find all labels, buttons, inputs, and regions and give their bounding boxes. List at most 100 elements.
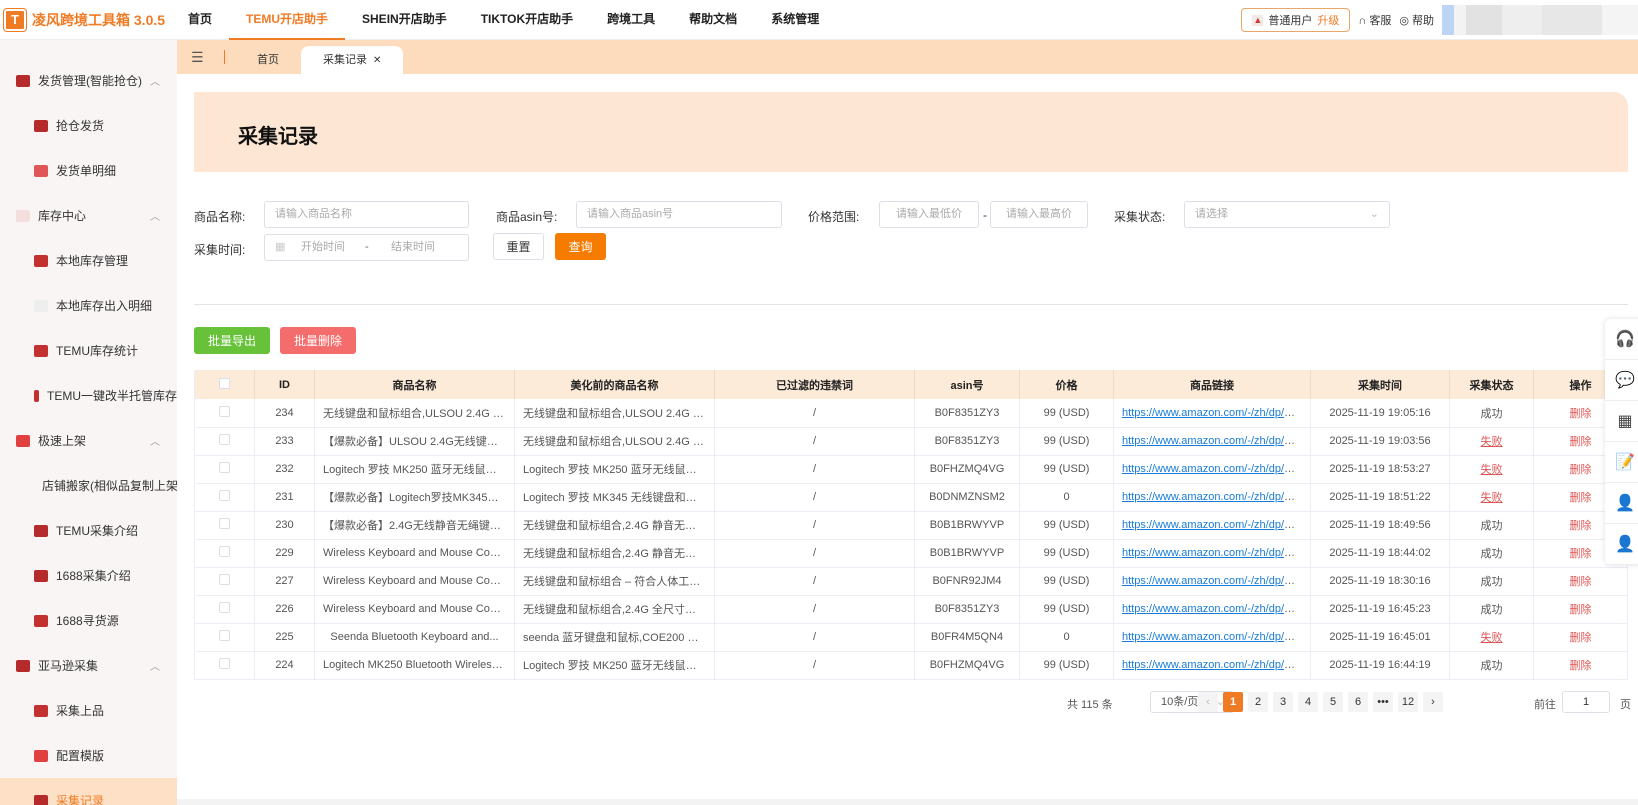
name-input[interactable]: 请输入商品名称 (264, 201, 469, 228)
status-select[interactable]: 请选择 ⌄ (1184, 201, 1390, 228)
wechat-icon[interactable]: 💬 (1605, 360, 1638, 401)
status-text[interactable]: 失败 (1481, 632, 1503, 644)
checkbox[interactable] (219, 546, 230, 557)
checkbox[interactable] (219, 630, 230, 641)
topnav-item[interactable]: 首页 (180, 0, 229, 40)
page-button[interactable]: 1 (1223, 692, 1243, 712)
topnav-item[interactable]: 帮助文档 (672, 0, 754, 40)
sidebar-item[interactable]: 本地库存管理 (0, 238, 177, 283)
delete-link[interactable]: 删除 (1570, 408, 1592, 420)
row-checkbox[interactable] (194, 399, 255, 428)
product-link[interactable]: https://www.amazon.com/-/zh/dp/B0D... (1122, 491, 1310, 503)
status-text[interactable]: 失败 (1481, 492, 1503, 504)
row-checkbox[interactable] (194, 623, 255, 652)
product-link[interactable]: https://www.amazon.com/-/zh/dp/B0D... (1122, 575, 1310, 587)
delete-link[interactable]: 删除 (1570, 492, 1592, 504)
status-text[interactable]: 失败 (1481, 436, 1503, 448)
sidebar-item[interactable]: 1688采集介绍 (0, 553, 177, 598)
topnav-item[interactable]: TIKTOK开店助手 (464, 0, 590, 40)
checkbox[interactable] (219, 518, 230, 529)
horizontal-scrollbar[interactable] (177, 799, 1638, 805)
chevron-up-icon[interactable]: ︿ (150, 208, 160, 223)
row-checkbox[interactable] (194, 427, 255, 456)
asin-input[interactable]: 请输入商品asin号 (576, 201, 782, 228)
user-avatar-blurred[interactable] (1442, 5, 1638, 35)
delete-link[interactable]: 删除 (1570, 576, 1592, 588)
sidebar-item[interactable]: 发货单明细 (0, 148, 177, 193)
headset-icon[interactable]: 🎧 (1605, 319, 1638, 360)
product-link[interactable]: https://www.amazon.com/-/zh/dp/B0F... (1122, 659, 1310, 671)
page-button[interactable]: 6 (1348, 692, 1368, 712)
checkbox[interactable] (219, 434, 230, 445)
page-button[interactable]: 3 (1273, 692, 1293, 712)
sidebar-item[interactable]: 1688寻货源 (0, 598, 177, 643)
user-settings-icon[interactable]: 👤 (1605, 483, 1638, 524)
tab-home[interactable]: 首页 (235, 46, 301, 74)
delete-link[interactable]: 删除 (1570, 632, 1592, 644)
checkbox[interactable] (219, 405, 230, 417)
app-logo[interactable]: T 凌风跨境工具箱 3.0.5 (4, 8, 180, 31)
page-button[interactable]: 2 (1248, 692, 1268, 712)
user-check-icon[interactable]: 👤 (1605, 524, 1638, 565)
chevron-up-icon[interactable]: ︿ (150, 73, 160, 88)
product-link[interactable]: https://www.amazon.com/-/zh/dp/B0D... (1122, 435, 1310, 447)
sidebar-item[interactable]: 极速上架 ︿ (0, 418, 177, 463)
delete-link[interactable]: 删除 (1570, 604, 1592, 616)
row-checkbox[interactable] (194, 567, 255, 596)
checkbox[interactable] (219, 574, 230, 585)
prev-page-button[interactable]: ‹ (1198, 692, 1218, 712)
checkbox[interactable] (219, 602, 230, 613)
row-checkbox[interactable] (194, 651, 255, 680)
page-button[interactable]: 4 (1298, 692, 1318, 712)
sidebar-item[interactable]: TEMU库存统计 (0, 328, 177, 373)
product-link[interactable]: https://www.amazon.com/-/zh/dp/B0D... (1122, 603, 1310, 615)
document-edit-icon[interactable]: 📝 (1605, 442, 1638, 483)
sidebar-item[interactable]: TEMU一键改半托管库存 (0, 373, 177, 418)
help-link[interactable]: ◎ 帮助 (1399, 12, 1434, 28)
row-checkbox[interactable] (194, 483, 255, 512)
sidebar-item[interactable]: 亚马逊采集 ︿ (0, 643, 177, 688)
sidebar-item[interactable]: TEMU采集介绍 (0, 508, 177, 553)
page-button[interactable]: 5 (1323, 692, 1343, 712)
delete-link[interactable]: 删除 (1570, 436, 1592, 448)
price-min-input[interactable]: 请输入最低价 (879, 201, 979, 228)
delete-link[interactable]: 删除 (1570, 548, 1592, 560)
status-text[interactable]: 失败 (1481, 464, 1503, 476)
topnav-item[interactable]: TEMU开店助手 (229, 0, 346, 40)
checkbox[interactable] (219, 658, 230, 669)
sidebar-item[interactable]: 库存中心 ︿ (0, 193, 177, 238)
collapse-menu-icon[interactable]: ☰ (191, 50, 225, 64)
sidebar-item[interactable]: 采集记录 (0, 778, 177, 805)
row-checkbox[interactable] (194, 455, 255, 484)
sidebar-item[interactable]: 发货管理(智能抢仓) ︿ (0, 58, 177, 103)
checkbox[interactable] (219, 490, 230, 501)
chevron-up-icon[interactable]: ︿ (150, 658, 160, 673)
delete-link[interactable]: 删除 (1570, 520, 1592, 532)
sidebar-item[interactable]: 采集上品 (0, 688, 177, 733)
topnav-item[interactable]: 跨境工具 (590, 0, 672, 40)
product-link[interactable]: https://www.amazon.com/-/zh/dp/B0F... (1122, 631, 1310, 643)
delete-link[interactable]: 删除 (1570, 464, 1592, 476)
product-link[interactable]: https://www.amazon.com/-/zh/dp/B0F... (1122, 463, 1310, 475)
service-link[interactable]: ∩ 客服 (1358, 12, 1391, 28)
page-button[interactable]: ••• (1373, 692, 1393, 712)
row-checkbox[interactable] (194, 595, 255, 624)
price-max-input[interactable]: 请输入最高价 (990, 201, 1088, 228)
row-checkbox[interactable] (194, 511, 255, 540)
upgrade-button[interactable]: ▲ 普通用户 升级 (1241, 8, 1351, 32)
topnav-item[interactable]: SHEIN开店助手 (345, 0, 464, 40)
query-button[interactable]: 查询 (555, 233, 606, 260)
tab-collect-records[interactable]: 采集记录 ✕ (301, 46, 404, 74)
next-page-button[interactable]: › (1423, 692, 1443, 712)
product-link[interactable]: https://www.amazon.com/-/zh/dp/B0B... (1122, 519, 1310, 531)
qrcode-icon[interactable]: ▦ (1605, 401, 1638, 442)
checkbox[interactable] (219, 462, 230, 473)
product-link[interactable]: https://www.amazon.com/-/zh/dp/B0D... (1122, 407, 1310, 419)
batch-export-button[interactable]: 批量导出 (194, 327, 270, 354)
sidebar-item[interactable]: 本地库存出入明细 (0, 283, 177, 328)
row-checkbox[interactable] (194, 539, 255, 568)
delete-link[interactable]: 删除 (1570, 660, 1592, 672)
close-icon[interactable]: ✕ (373, 55, 381, 66)
sidebar-item[interactable]: 抢仓发货 (0, 103, 177, 148)
goto-page-input[interactable]: 1 (1562, 691, 1610, 713)
